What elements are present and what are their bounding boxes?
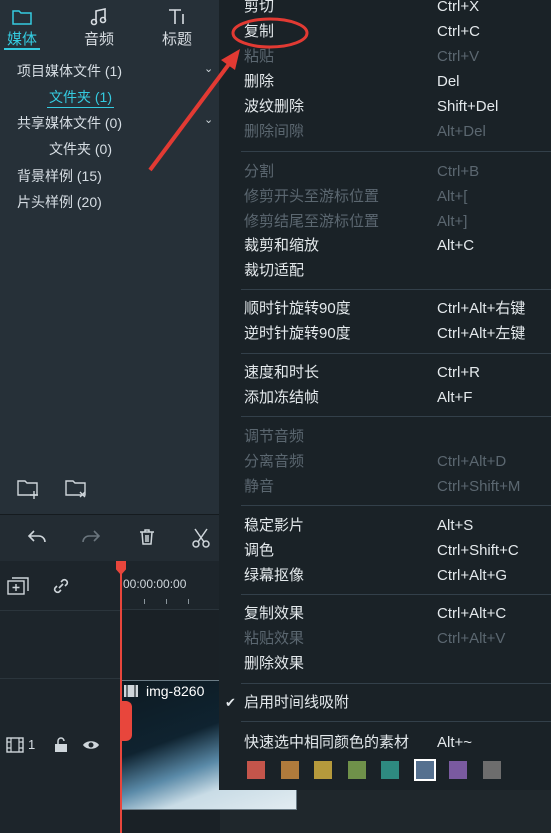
annotation-arrowhead <box>221 49 240 70</box>
annotation-arrow <box>148 58 234 172</box>
annotation-overlay <box>148 17 309 172</box>
highlight-ellipse <box>231 17 309 49</box>
